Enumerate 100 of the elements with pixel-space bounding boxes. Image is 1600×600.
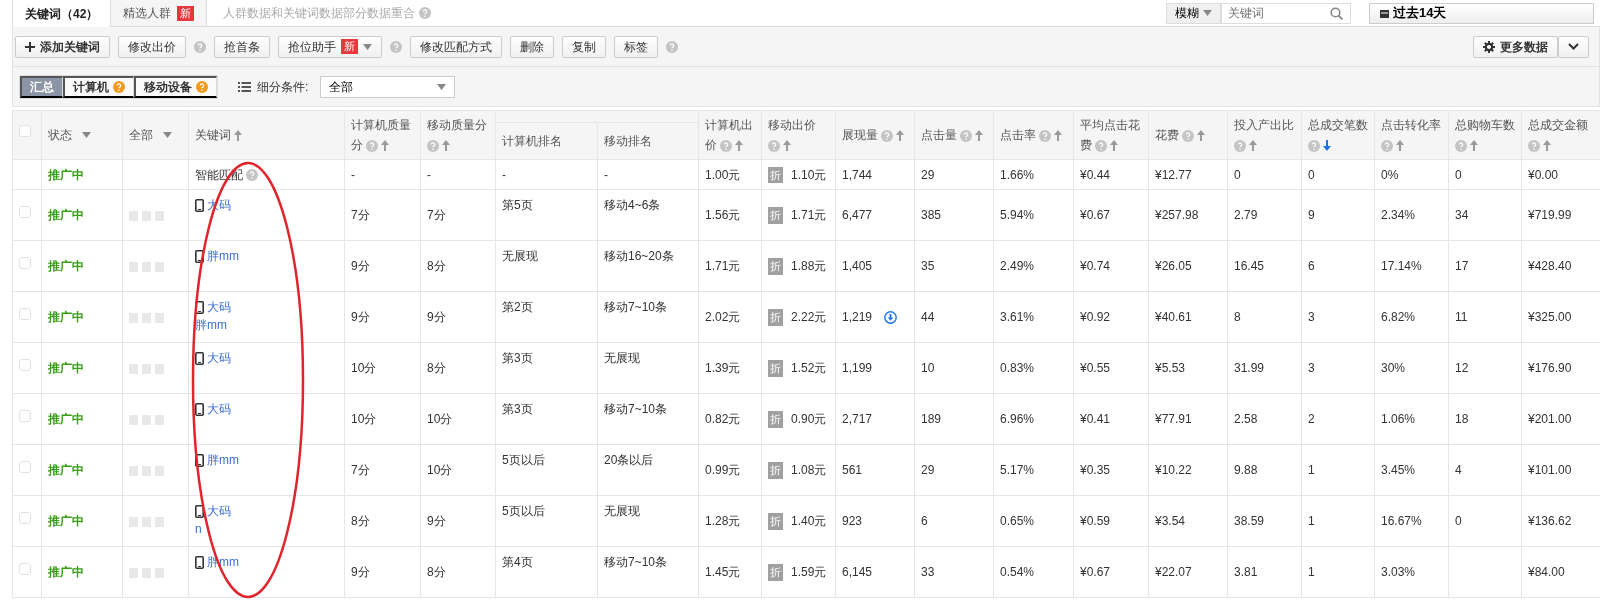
toolbar-button[interactable]: 标签 <box>614 35 658 58</box>
tab[interactable]: 关键词（42） <box>12 0 112 27</box>
keyword-link[interactable]: 大码 <box>207 349 231 367</box>
more-data-button[interactable]: 更多数据 <box>1473 35 1558 58</box>
caret-icon <box>163 132 172 139</box>
table-cell-text: 9分 <box>427 310 446 324</box>
table-cell-text: 第5页 <box>502 198 533 212</box>
table-cell-text: 35 <box>921 259 935 273</box>
toolbar-button[interactable]: 修改出价 <box>118 35 186 58</box>
status-text: 推广中 <box>48 167 84 182</box>
table-cell-text: 1.28元 <box>705 514 741 528</box>
segment-tab[interactable]: 计算机 <box>63 75 134 98</box>
toolbar-button[interactable]: 抢首条 <box>214 35 270 58</box>
table-cell-text: 1.71元 <box>791 207 827 225</box>
table-cell-text: 0.54% <box>1000 565 1035 579</box>
checkbox[interactable] <box>19 563 31 575</box>
table-cell-text: 16.45 <box>1234 259 1265 273</box>
table-cell-text: 第2页 <box>502 300 533 314</box>
mobile-phone-icon <box>195 198 204 212</box>
table-cell-text: 1,744 <box>842 166 873 184</box>
date-range-button[interactable]: 过去14天 <box>1369 2 1594 24</box>
segment-filter-select[interactable]: 全部 <box>320 75 456 98</box>
tab[interactable]: 精选人群 新 <box>111 0 208 26</box>
table-cell-text: 1,219 <box>842 309 873 327</box>
table-cell-text: 4 <box>1455 463 1462 477</box>
table-cell-text: 8分 <box>427 565 446 579</box>
table-cell-text: 1.06% <box>1381 412 1416 426</box>
table-cell-text: 10 <box>921 361 935 375</box>
table-cell-text: 3 <box>1308 310 1315 324</box>
table-cell-text: 0 <box>1455 514 1462 528</box>
table-cell-text: 3.61% <box>1000 310 1035 324</box>
keyword-link[interactable]: n <box>195 520 202 538</box>
chevron-down-icon <box>1568 43 1579 50</box>
toolbar-button[interactable]: 抢位助手 新 <box>278 35 382 58</box>
toolbar-button[interactable]: 删除 <box>510 35 554 58</box>
table-cell-text: 8分 <box>427 361 446 375</box>
table-cell-text: 33 <box>921 565 935 579</box>
search-icon <box>1330 6 1343 20</box>
segment-tab[interactable]: 移动设备 <box>134 75 217 98</box>
discount-tag: 折 <box>768 258 783 275</box>
table-cell-text: 2.02元 <box>705 310 741 324</box>
table-cell-text: 10分 <box>427 412 453 426</box>
table-cell-text: 5.94% <box>1000 208 1035 222</box>
table-cell-text: 44 <box>921 310 935 324</box>
keyword-link[interactable]: 大码 <box>207 298 231 316</box>
status-text: 推广中 <box>48 463 84 477</box>
table-cell-text: 移动7~10条 <box>604 300 668 314</box>
table-cell-text: 0.82元 <box>705 412 741 426</box>
match-type-select[interactable]: 模糊 <box>1166 2 1221 24</box>
table-cell-text: ¥257.98 <box>1155 208 1199 222</box>
table-cell-text: 0 <box>1308 167 1315 182</box>
table-cell-text: - <box>604 167 608 182</box>
table-cell-text: 30% <box>1381 361 1406 375</box>
table-cell-text: ¥136.62 <box>1528 514 1572 528</box>
table-cell-text: 2.58 <box>1234 412 1258 426</box>
keyword-link[interactable]: 大码 <box>207 400 231 418</box>
table-cell-text: ¥0.00 <box>1528 167 1559 182</box>
table-cell-text: ¥101.00 <box>1528 463 1572 477</box>
checkbox[interactable] <box>19 410 31 422</box>
checkbox[interactable] <box>19 359 31 371</box>
table-cell-text: 第3页 <box>502 351 533 365</box>
keyword-link[interactable]: 胖mm <box>207 451 239 469</box>
table-cell-text: 1,199 <box>842 360 873 378</box>
table-cell-text: ¥201.00 <box>1528 412 1572 426</box>
table-cell-text: ¥325.00 <box>1528 310 1572 324</box>
table-cell-text: 8 <box>1234 310 1241 324</box>
toolbar-button[interactable]: 复制 <box>562 35 606 58</box>
table-cell-text: ¥176.90 <box>1528 361 1572 375</box>
checkbox[interactable] <box>19 308 31 320</box>
checkbox[interactable] <box>19 125 31 137</box>
table-cell-text: 2.49% <box>1000 259 1035 273</box>
caret-icon <box>363 43 372 50</box>
table-cell-text: 2.79 <box>1234 208 1258 222</box>
toolbar-button[interactable]: 添加关键词 <box>15 35 110 58</box>
table-cell-text: 7分 <box>351 463 370 477</box>
checkbox[interactable] <box>19 461 31 473</box>
table-cell-text: 移动4~6条 <box>604 198 661 212</box>
toolbar-button[interactable]: 修改匹配方式 <box>410 35 502 58</box>
search-field[interactable]: 关键词 <box>1221 2 1351 24</box>
table-cell-text: 7分 <box>351 208 370 222</box>
keyword-link[interactable]: 大码 <box>207 502 231 520</box>
table-cell-text: 0% <box>1381 167 1399 182</box>
table-cell-text: 8分 <box>427 259 446 273</box>
table-cell-text: 16.67% <box>1381 514 1422 528</box>
table-cell-text: 38.59 <box>1234 514 1265 528</box>
table-cell-text: 20条以后 <box>604 453 654 467</box>
table-cell-text: 1.45元 <box>705 565 741 579</box>
table-cell-text: 0 <box>1455 167 1462 182</box>
mobile-phone-icon <box>195 504 204 518</box>
expand-button[interactable] <box>1558 35 1589 58</box>
checkbox[interactable] <box>19 206 31 218</box>
discount-tag: 折 <box>768 462 783 479</box>
keyword-link[interactable]: 胖mm <box>207 247 239 265</box>
table-cell-text: 0 <box>1234 167 1241 182</box>
table-cell-text: ¥84.00 <box>1528 565 1565 579</box>
table-cell-text: 8分 <box>351 514 370 528</box>
checkbox[interactable] <box>19 512 31 524</box>
table-cell-text: 无展现 <box>604 504 640 518</box>
table-cell-text: ¥0.92 <box>1080 310 1111 324</box>
checkbox[interactable] <box>19 257 31 269</box>
